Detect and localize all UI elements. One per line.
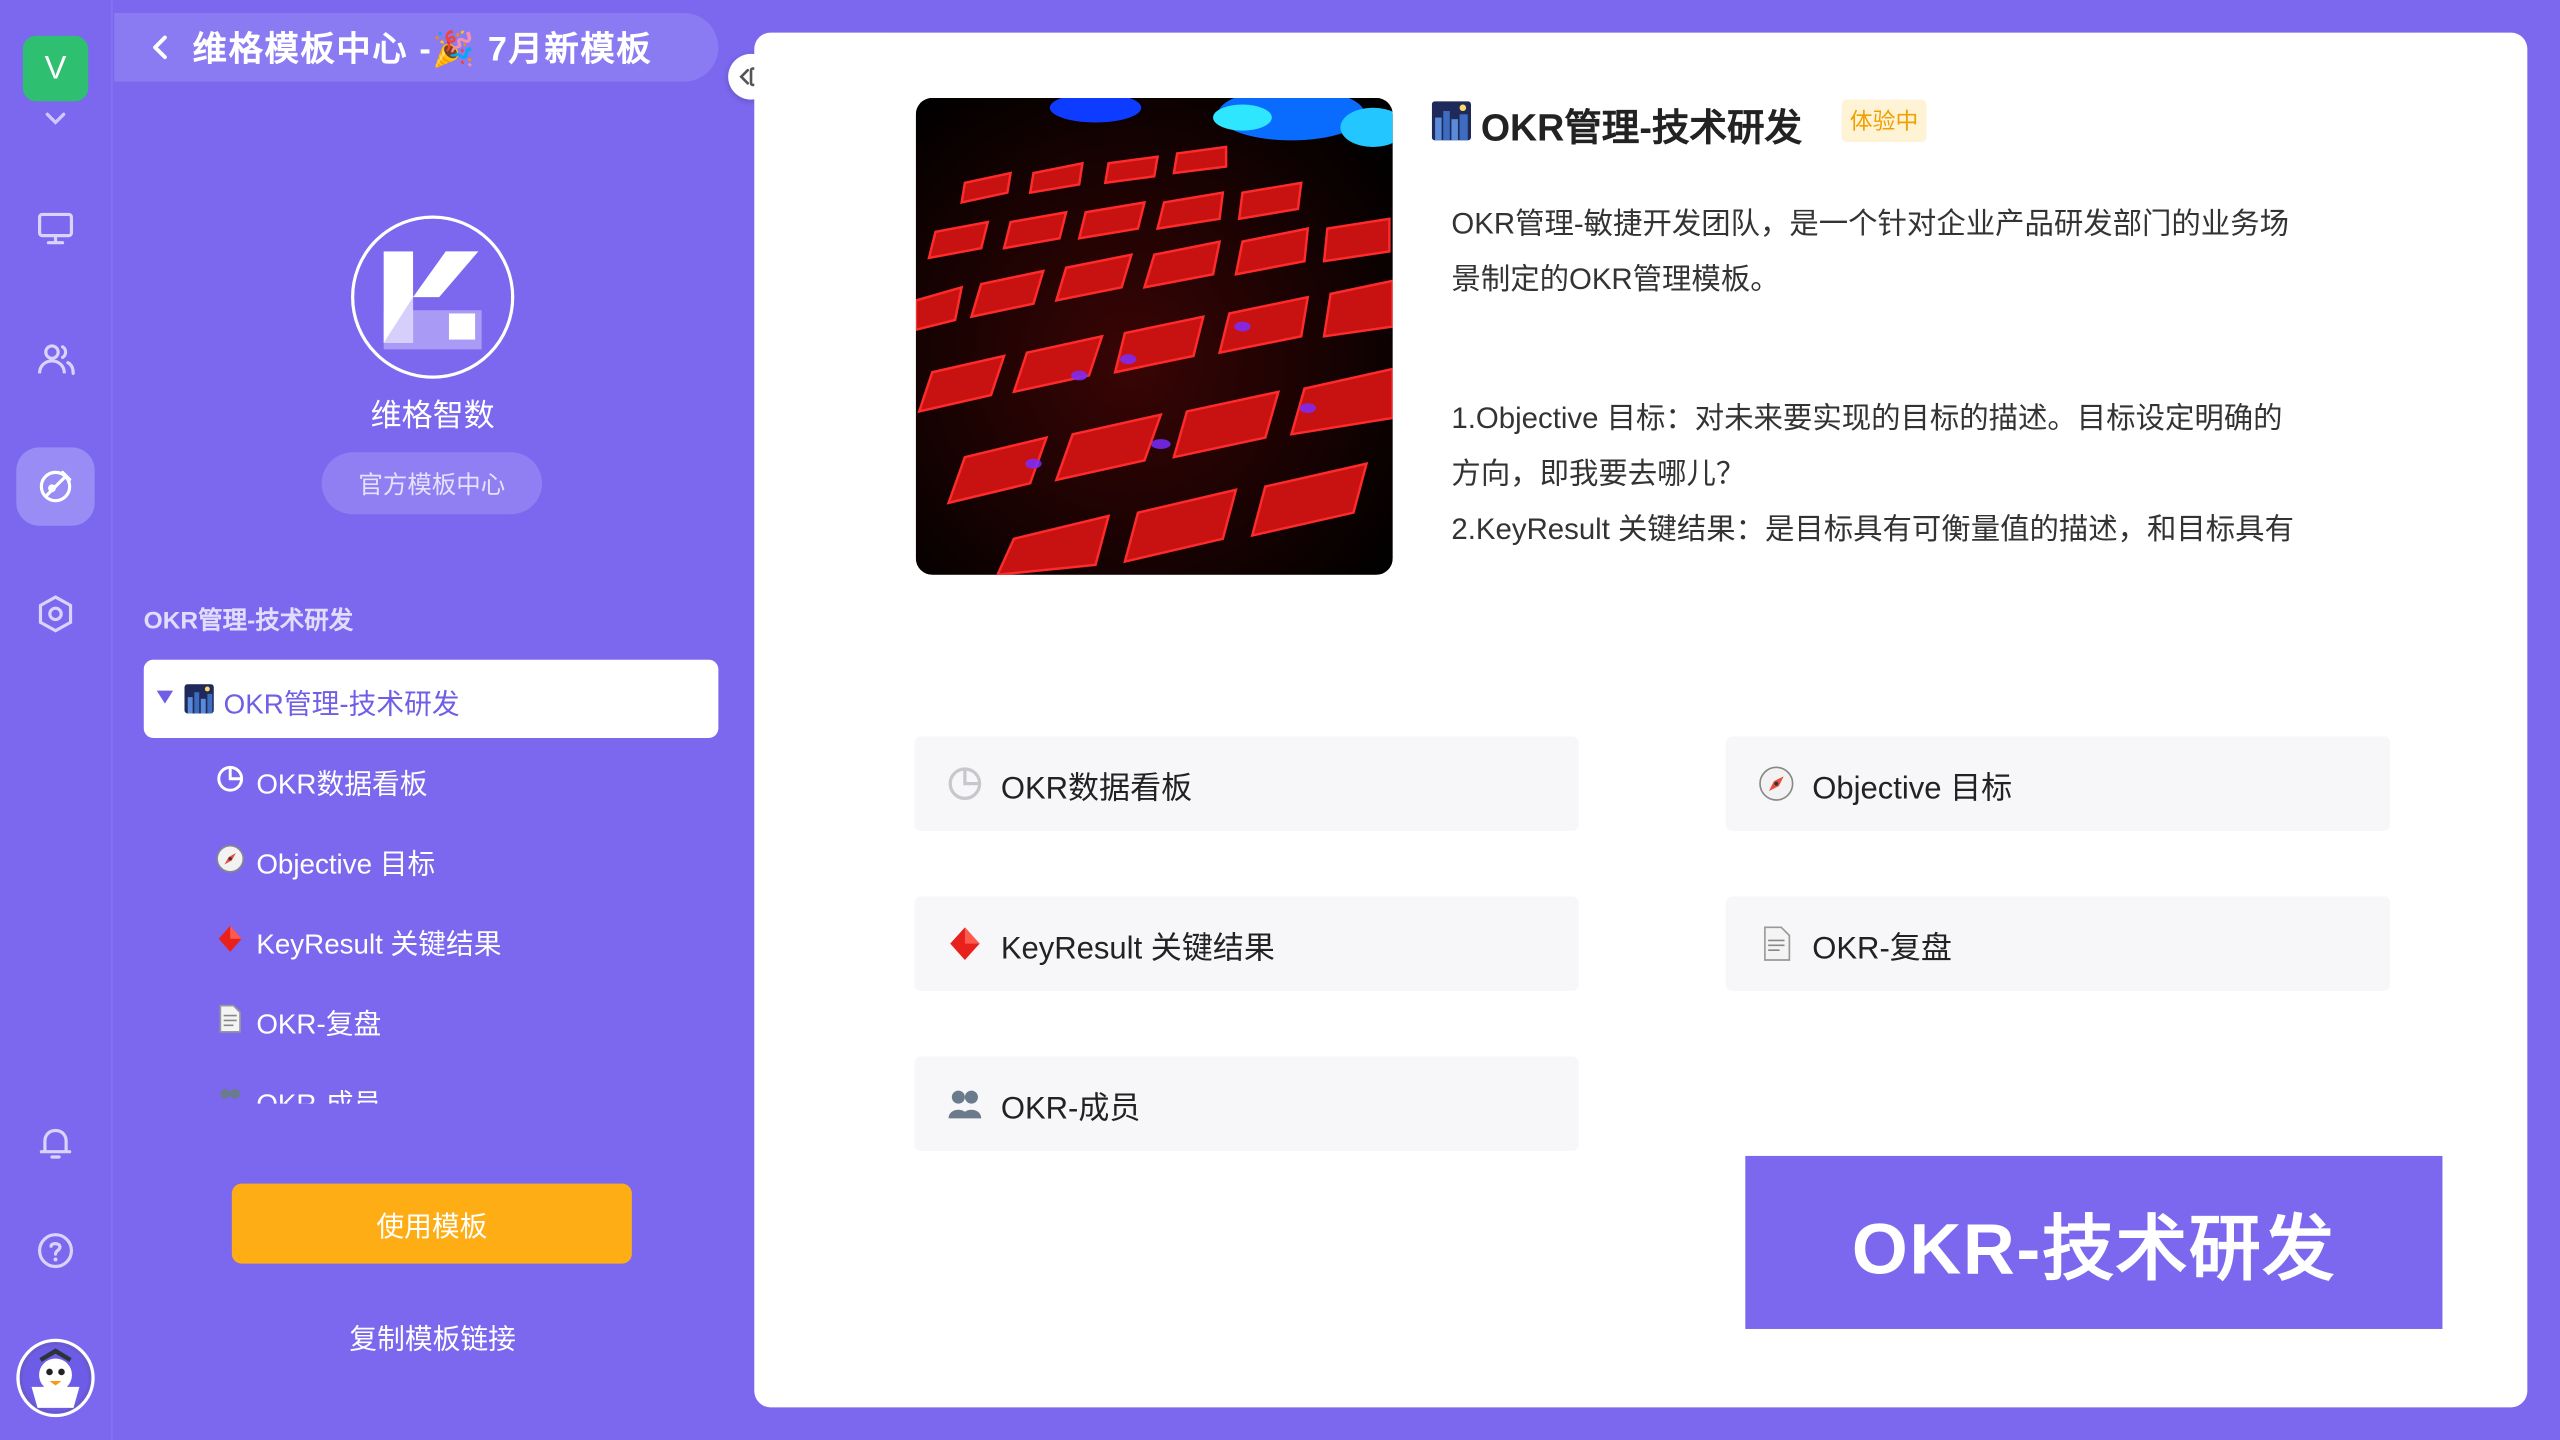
icon-rail: V bbox=[0, 0, 113, 1440]
workspace-avatar[interactable]: V bbox=[22, 35, 89, 102]
tree-item-keyresult[interactable]: KeyResult 关键结果 bbox=[216, 918, 706, 964]
description-line: 方向，即我要去哪儿？ bbox=[1451, 457, 1746, 490]
tree-item-objective[interactable]: Objective 目标 bbox=[216, 838, 706, 884]
tree-item-review[interactable]: OKR-复盘 bbox=[216, 998, 706, 1044]
entry-dashboard[interactable]: OKR数据看板 bbox=[914, 736, 1579, 832]
template-title: OKR管理-技术研发 bbox=[1480, 106, 1803, 149]
template-detail-card: OKR管理-技术研发 体验中 OKR管理-敏捷开发团队，是一个针对企业产品研发部… bbox=[754, 32, 2528, 1408]
tree-item-label: OKR-成员 bbox=[256, 1081, 381, 1104]
back-title[interactable]: 维格模板中心 -🎉 7月新模板 bbox=[193, 23, 653, 72]
chevron-down-icon[interactable] bbox=[44, 111, 67, 127]
description-line: 1.Objective 目标：对未来要实现的目标的描述。目标设定明确的 bbox=[1451, 401, 2283, 435]
description-line: OKR管理-敏捷开发团队，是一个针对企业产品研发部门的业务场 bbox=[1451, 207, 2289, 240]
members-icon[interactable] bbox=[23, 327, 88, 392]
description-line: 景制定的OKR管理模板。 bbox=[1451, 262, 1780, 296]
caret-down-icon[interactable] bbox=[155, 687, 175, 707]
tree-item-label: OKR-复盘 bbox=[256, 1008, 382, 1040]
compass-icon bbox=[1759, 766, 1794, 801]
document-icon bbox=[219, 1004, 241, 1033]
members-icon bbox=[220, 1088, 240, 1099]
help-icon[interactable] bbox=[23, 1218, 88, 1283]
monitor-icon[interactable] bbox=[23, 196, 88, 261]
pie-chart-icon bbox=[948, 767, 982, 800]
city-night-icon bbox=[1431, 101, 1472, 141]
tree-root-label: OKR管理-技术研发 bbox=[223, 688, 460, 720]
entry-members[interactable]: OKR-成员 bbox=[914, 1056, 1579, 1152]
bell-icon[interactable] bbox=[23, 1110, 88, 1175]
tree-root-item[interactable]: OKR管理-技术研发 bbox=[143, 659, 719, 738]
entry-review[interactable]: OKR-复盘 bbox=[1725, 896, 2391, 992]
entry-label: KeyResult 关键结果 bbox=[1000, 932, 1275, 967]
entry-label: OKR-成员 bbox=[1000, 1092, 1141, 1127]
members-icon bbox=[948, 1090, 982, 1119]
tree-item-members[interactable]: OKR-成员 bbox=[216, 1078, 706, 1104]
org-name: 维格智数 bbox=[370, 399, 495, 435]
template-tree: OKR管理-技术研发 OKR数据看板 Objective 目标 KeyResul… bbox=[143, 659, 732, 1104]
pie-chart-icon bbox=[217, 765, 244, 792]
org-logo bbox=[351, 215, 515, 379]
diamond-icon bbox=[218, 925, 242, 952]
template-cover-image bbox=[915, 97, 1393, 575]
description-line: 2.KeyResult 关键结果：是目标具有可衡量值的描述，和目标具有 bbox=[1451, 512, 2294, 546]
template-center-icon[interactable] bbox=[16, 447, 95, 526]
org-tag[interactable]: 官方模板中心 bbox=[321, 452, 543, 515]
city-night-icon bbox=[184, 684, 214, 714]
chevron-left-icon[interactable] bbox=[144, 26, 177, 68]
copy-template-link[interactable]: 复制模板链接 bbox=[269, 1316, 596, 1357]
entry-objective[interactable]: Objective 目标 bbox=[1725, 736, 2391, 832]
tree-item-label: Objective 目标 bbox=[256, 848, 436, 880]
tree-item-label: OKR数据看板 bbox=[256, 768, 428, 800]
document-icon bbox=[1764, 926, 1791, 961]
compass-icon bbox=[216, 844, 245, 873]
use-template-button[interactable]: 使用模板 bbox=[231, 1183, 632, 1264]
template-description: OKR管理-敏捷开发团队，是一个针对企业产品研发部门的业务场 景制定的OKR管理… bbox=[1451, 196, 2398, 575]
entry-label: OKR-复盘 bbox=[1812, 932, 1952, 967]
section-title: OKR管理-技术研发 bbox=[143, 607, 354, 636]
user-avatar[interactable] bbox=[16, 1338, 95, 1418]
entry-label: OKR数据看板 bbox=[1000, 772, 1193, 807]
tree-item-label: KeyResult 关键结果 bbox=[256, 928, 502, 960]
settings-hex-icon[interactable] bbox=[23, 581, 88, 646]
entry-keyresult[interactable]: KeyResult 关键结果 bbox=[914, 896, 1579, 992]
template-banner: OKR-技术研发 bbox=[1745, 1155, 2443, 1329]
tree-item-dashboard[interactable]: OKR数据看板 bbox=[216, 758, 706, 804]
trial-badge: 体验中 bbox=[1841, 99, 1927, 143]
entry-label: Objective 目标 bbox=[1812, 772, 2013, 807]
diamond-icon bbox=[950, 927, 980, 960]
